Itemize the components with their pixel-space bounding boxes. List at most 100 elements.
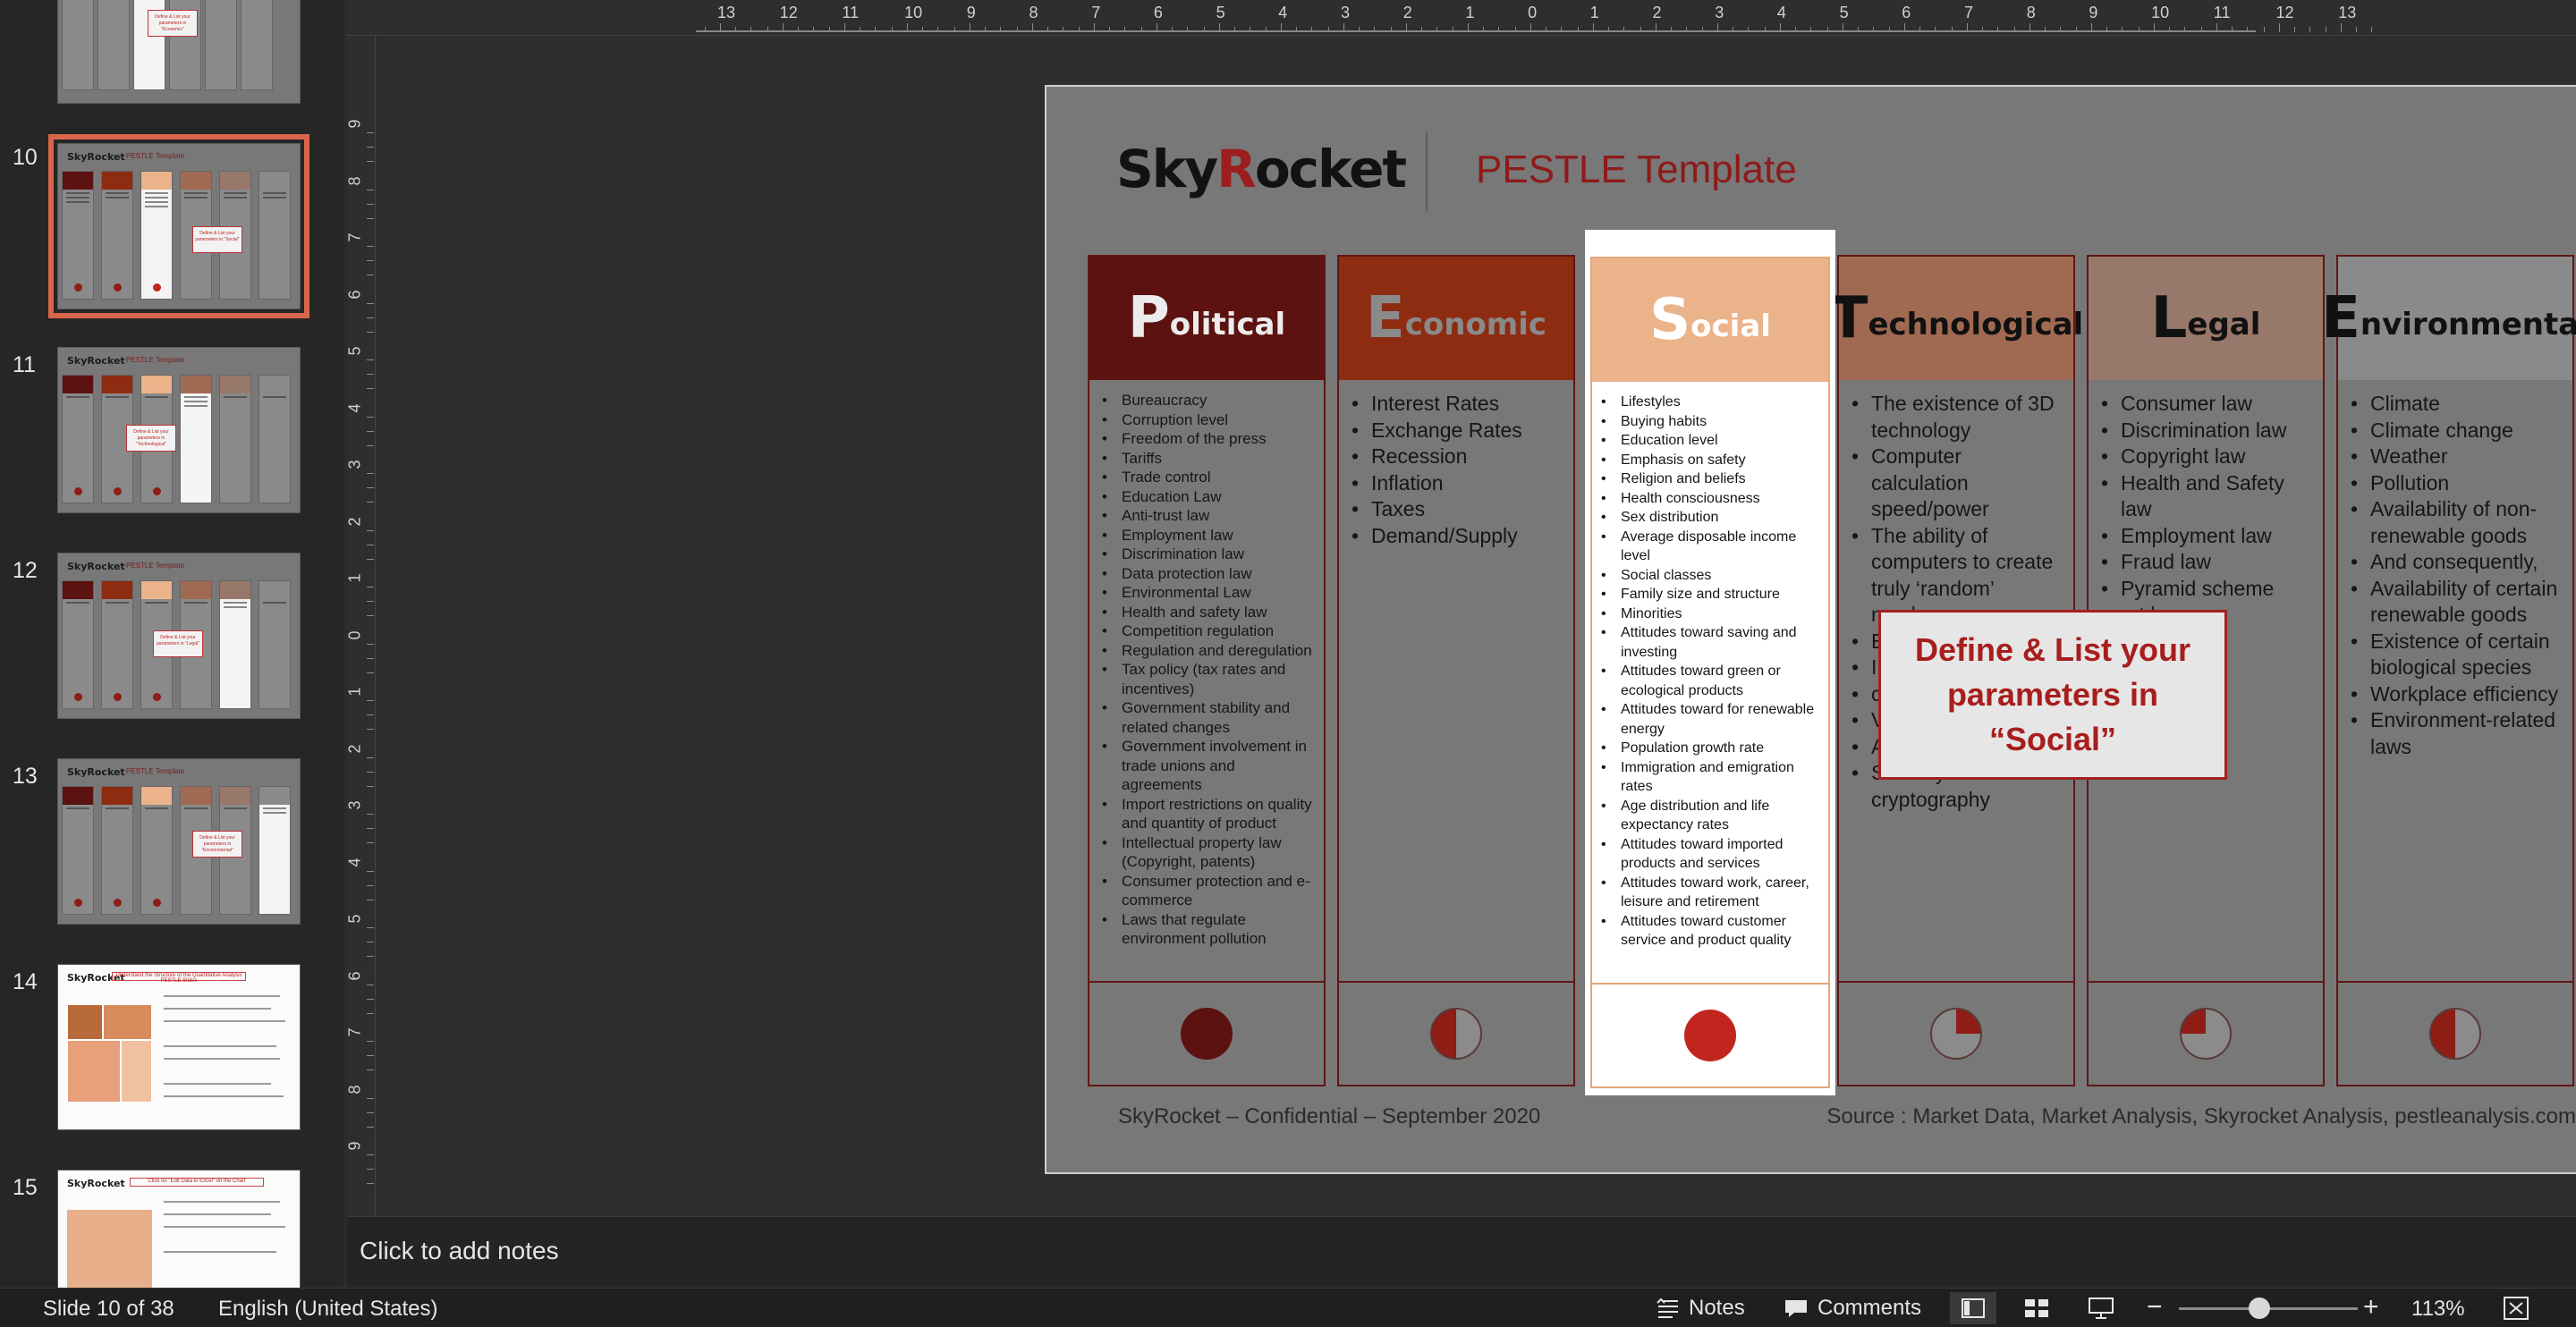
ruler-tick-label: 9 (345, 119, 364, 129)
slide-canvas[interactable]: SkyRocket PESTLE Template Political Bure… (1045, 85, 2576, 1174)
ruler-tick-label: 12 (779, 4, 798, 21)
thumbnail-callout: Define & List your parameters in "Social… (192, 226, 242, 253)
comments-button[interactable]: Comments (1784, 1292, 1921, 1324)
list-item: Lifestyles (1599, 393, 1819, 412)
ruler-tick (1203, 27, 1205, 32)
thumbnail-image[interactable]: SkyRocket Click on "Edit Data in Excel" … (57, 1170, 301, 1288)
fit-slide-button[interactable] (2503, 1292, 2529, 1324)
ruler-tick (367, 601, 374, 602)
list-item: Copyright law (2099, 444, 2314, 470)
ruler-tick (1655, 23, 1657, 32)
ruler-tick (1124, 27, 1126, 32)
ruler-tick (1079, 27, 1080, 32)
ruler-tick-label: 6 (345, 970, 364, 981)
ruler-tick-label: 6 (1153, 4, 1163, 21)
ruler-tick (735, 27, 736, 32)
list-item: Fraud law (2099, 549, 2314, 576)
ruler-tick (367, 956, 374, 957)
ruler-tick-label: 2 (345, 516, 364, 527)
ruler-tick (1592, 23, 1594, 32)
ruler-tick (2013, 27, 2015, 32)
ruler-tick (1935, 27, 1936, 32)
column-header: Social (1592, 258, 1828, 382)
presentation-icon (2089, 1297, 2114, 1319)
list-item: Computer calculation speed/power (1850, 444, 2064, 523)
ruler-tick-label: 5 (345, 346, 364, 356)
list-item: Tax policy (tax rates and incentives) (1100, 660, 1315, 698)
ruler-tick-label: 7 (1091, 4, 1101, 21)
list-item: Data protection law (1100, 564, 1315, 584)
ruler-tick (367, 359, 374, 360)
list-item: Health and Safety law (2099, 470, 2314, 523)
harvey-ball-full-icon (1181, 1008, 1233, 1060)
language-indicator[interactable]: English (United States) (218, 1297, 437, 1322)
ruler-tick (1343, 23, 1344, 32)
ruler-tick (367, 388, 374, 389)
zoom-out-button[interactable]: − (2147, 1292, 2163, 1323)
ruler-tick (2091, 23, 2093, 32)
column-header: Environmental (2321, 257, 2576, 380)
list-item: Exchange Rates (1350, 418, 1564, 444)
list-item: Consumer law (2099, 391, 2314, 418)
thumbnail-number: 12 (13, 558, 38, 583)
ruler-tick-label: 3 (1715, 4, 1724, 21)
ruler-tick (367, 884, 374, 886)
ruler-tick (367, 246, 374, 247)
ruler-tick (1233, 27, 1235, 32)
thumbnail-image[interactable]: SkyRocket Understand the Structure of th… (57, 964, 301, 1130)
ruler-tick-label: 1 (1465, 4, 1475, 21)
notes-pane[interactable]: Click to add notes (347, 1216, 2576, 1288)
ruler-tick (999, 27, 1001, 32)
horizontal-ruler[interactable]: 13 12 11 10 9 8 7 6 5 4 3 2 1 0 1 2 3 4 5 6 7 8 9 10 11 12 13 (347, 0, 2576, 36)
slide-editor[interactable]: 13 12 11 10 9 8 7 6 5 4 3 2 1 0 1 2 3 4 5 6 7 8 9 10 11 12 13 9876… (345, 0, 2576, 1216)
column-environmental[interactable]: Environmental ClimateClimate changeWeath… (2321, 255, 2576, 1086)
ruler-tick (937, 27, 939, 32)
ruler-tick (1359, 27, 1360, 32)
ruler-tick (1046, 27, 1048, 32)
ruler-tick (367, 1111, 374, 1113)
normal-view-button[interactable] (1950, 1292, 1996, 1324)
ruler-tick (2029, 23, 2030, 32)
ruler-tick (705, 27, 706, 32)
zoom-in-button[interactable]: + (2363, 1292, 2379, 1323)
ruler-tick (1109, 27, 1111, 32)
list-item: Environment-related laws (2349, 707, 2563, 760)
slide-sorter-button[interactable] (2023, 1292, 2050, 1324)
column-social[interactable]: Social LifestylesBuying habitsEducation … (1585, 230, 1835, 1095)
zoom-percentage[interactable]: 113% (2411, 1297, 2465, 1322)
ruler-tick (367, 416, 374, 418)
callout-box[interactable]: Define & List your parameters in “Social… (1878, 610, 2227, 780)
ruler-tick-label: 2 (345, 743, 364, 754)
notes-button[interactable]: Notes (1655, 1292, 1745, 1324)
ruler-tick (812, 27, 814, 32)
harvey-ball-quarter-icon (2180, 1008, 2232, 1060)
ruler-tick (1436, 27, 1437, 32)
harvey-ball-full-icon (1684, 1010, 1736, 1061)
thumbnail-image[interactable]: Define & List your parameters in "Econom… (57, 0, 301, 104)
ruler-tick (367, 444, 374, 446)
thumbnail-image[interactable]: SkyRocket PESTLE Template Define & List y… (57, 758, 301, 925)
ruler-tick (367, 217, 374, 219)
ruler-tick (1420, 27, 1422, 32)
ruler-tick-label: 8 (345, 175, 364, 186)
ruler-tick-label: 1 (1589, 4, 1599, 21)
column-footer (1592, 983, 1828, 1086)
presenter-view-button[interactable] (2088, 1292, 2114, 1324)
ruler-tick (367, 1169, 374, 1170)
thumbnail-image[interactable]: SkyRocket PESTLE Template Define & List y… (57, 553, 301, 719)
ruler-tick (875, 27, 877, 32)
column-footer (1339, 981, 1573, 1085)
ruler-tick (1515, 27, 1517, 32)
thumbnail-image[interactable]: SkyRocket PESTLE Template Define & List y… (57, 347, 301, 513)
ruler-tick (797, 27, 799, 32)
thumbnail-callout: Understand the Structure of the Quantita… (112, 972, 246, 984)
slide-title[interactable]: PESTLE Template (1476, 148, 1797, 192)
list-item: Corruption level (1100, 410, 1315, 430)
zoom-slider-handle[interactable] (2249, 1297, 2270, 1319)
notes-placeholder[interactable]: Click to add notes (360, 1237, 559, 1265)
column-political[interactable]: Political BureaucracyCorruption levelFre… (1088, 255, 1326, 1086)
column-economic[interactable]: Economic Interest RatesExchange RatesRec… (1337, 255, 1575, 1086)
ruler-tick (367, 1012, 374, 1014)
thumbnail-image[interactable]: SkyRocket PESTLE Template Define & List y… (48, 134, 309, 318)
vertical-ruler[interactable]: 9 8 7 6 5 4 3 2 1 0 1 2 3 4 5 6 7 8 9 (345, 36, 376, 1216)
